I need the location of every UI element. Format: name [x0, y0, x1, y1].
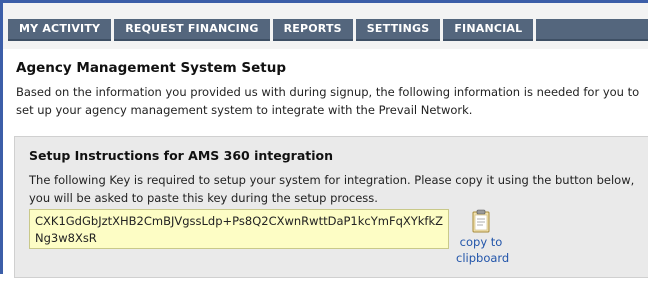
integration-key-field[interactable]: CXK1GdGbJztXHB2CmBJVgssLdp+Ps8Q2CXwnRwtt…	[29, 209, 449, 249]
top-navigation: MY ACTIVITY REQUEST FINANCING REPORTS SE…	[3, 3, 648, 49]
panel-title: Setup Instructions for AMS 360 integrati…	[29, 148, 334, 163]
tab-financial[interactable]: FINANCIAL	[443, 19, 534, 41]
clipboard-icon	[472, 209, 490, 233]
panel-instructions: The following Key is required to setup y…	[29, 173, 635, 205]
tab-request-financing[interactable]: REQUEST FINANCING	[114, 19, 270, 41]
intro-text: Based on the information you provided us…	[16, 85, 640, 117]
truncated-instruction-line	[29, 267, 639, 281]
tab-reports[interactable]: REPORTS	[272, 19, 353, 41]
setup-instructions-panel: Setup Instructions for AMS 360 integrati…	[14, 136, 648, 278]
page-title: Agency Management System Setup	[16, 60, 286, 76]
tab-bar-fill	[536, 19, 648, 41]
tab-my-activity[interactable]: MY ACTIVITY	[8, 19, 112, 41]
copy-to-clipboard-button[interactable]: copy to clipboard	[456, 209, 509, 266]
nav-tabs: MY ACTIVITY REQUEST FINANCING REPORTS SE…	[8, 19, 648, 41]
copy-to-clipboard-label[interactable]: copy to clipboard	[456, 234, 509, 266]
tab-settings[interactable]: SETTINGS	[355, 19, 441, 41]
